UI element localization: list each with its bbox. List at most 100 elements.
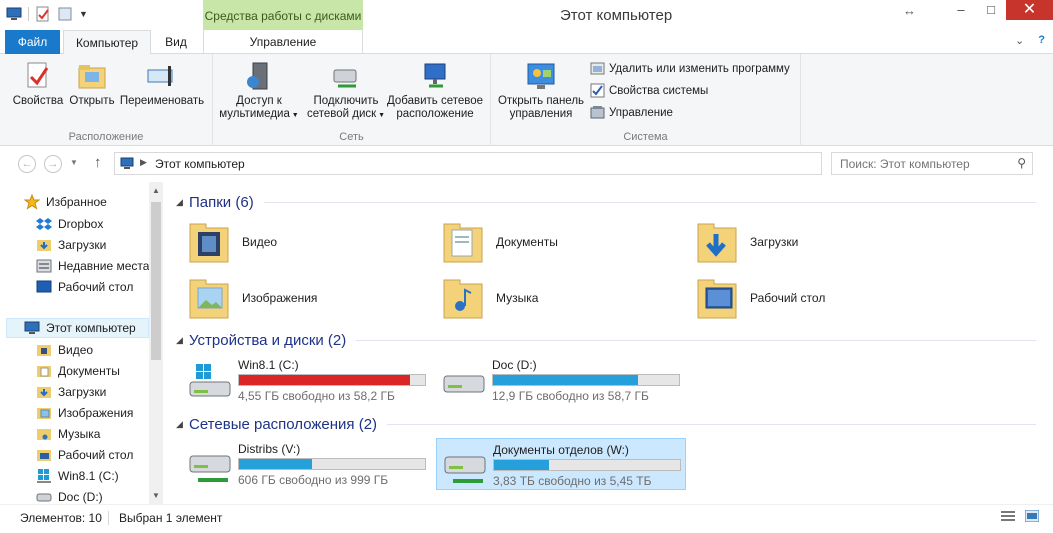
nav-item-desktop[interactable]: Рабочий стол: [36, 277, 133, 297]
nav-item-dropbox[interactable]: Dropbox: [36, 214, 103, 234]
scroll-thumb[interactable]: [151, 202, 161, 360]
recent-places-icon: [36, 258, 52, 274]
properties-button[interactable]: Свойства: [12, 60, 64, 108]
network-drive-v[interactable]: Distribs (V:) 606 ГБ свободно из 999 ГБ: [182, 438, 432, 490]
uninstall-program-button[interactable]: Удалить или изменить программу: [590, 61, 790, 76]
downloads-folder-icon: [694, 218, 740, 266]
address-bar[interactable]: ▶ Этот компьютер ▼ ↻: [114, 152, 930, 175]
folders-section-header[interactable]: ◢ Папки (6): [176, 194, 1036, 211]
details-view-icon[interactable]: [1001, 510, 1015, 522]
map-drive-button[interactable]: Подключить сетевой диск ▼: [303, 60, 389, 122]
resize-icon: ↔: [903, 3, 916, 18]
drive-free-space: 12,9 ГБ свободно из 58,7 ГБ: [492, 389, 649, 403]
dropdown-arrow-icon: ▼: [289, 112, 299, 119]
navigation-pane: Избранное Dropbox Загрузки Недавние мест…: [0, 182, 164, 504]
network-section-header[interactable]: ◢ Сетевые расположения (2): [176, 416, 1036, 433]
collapse-chevron-icon[interactable]: ◢: [176, 335, 189, 346]
back-button[interactable]: ←: [18, 155, 36, 173]
section-divider: [387, 424, 1036, 425]
properties-icon[interactable]: [35, 6, 51, 22]
window-controls: – □ ✕: [946, 0, 1053, 20]
folder-documents[interactable]: Документы: [440, 218, 558, 266]
recent-locations-icon[interactable]: ▼: [70, 158, 78, 167]
computer-icon[interactable]: [6, 6, 22, 22]
network-drive-w[interactable]: Документы отделов (W:) 3,83 ТБ свободно …: [436, 438, 686, 490]
control-panel-label-2: управления: [509, 108, 573, 120]
maximize-button[interactable]: □: [976, 0, 1006, 20]
nav-item-desktop-pc[interactable]: Рабочий стол: [36, 445, 133, 465]
windows-drive-icon: [188, 362, 234, 402]
collapse-ribbon-icon[interactable]: ⌄: [1015, 34, 1024, 47]
drive-usage-fill: [494, 460, 550, 470]
new-folder-icon[interactable]: [57, 6, 73, 22]
computer-icon: [24, 320, 40, 336]
nav-item-documents[interactable]: Документы: [36, 361, 120, 381]
pictures-folder-icon: [36, 405, 52, 421]
nav-this-pc-label: Этот компьютер: [46, 321, 136, 335]
devices-section-header[interactable]: ◢ Устройства и диски (2): [176, 332, 1036, 349]
nav-this-pc[interactable]: Этот компьютер: [6, 318, 149, 338]
folder-video[interactable]: Видео: [186, 218, 277, 266]
nav-item-label: Недавние места: [58, 259, 150, 273]
tab-computer[interactable]: Компьютер: [63, 30, 151, 55]
nav-item-downloads[interactable]: Загрузки: [36, 235, 106, 255]
nav-item-recent-places[interactable]: Недавние места: [36, 256, 149, 276]
selection-count: Выбран 1 элемент: [119, 511, 223, 525]
help-icon[interactable]: ?: [1038, 34, 1045, 47]
tiles-view-icon[interactable]: [1024, 509, 1040, 523]
search-icon[interactable]: ⚲: [1017, 156, 1026, 170]
nav-item-music[interactable]: Музыка: [36, 424, 100, 444]
nav-item-label: Загрузки: [58, 385, 107, 399]
nav-favorites[interactable]: Избранное: [23, 192, 107, 212]
forward-button[interactable]: →: [44, 155, 62, 173]
tab-manage[interactable]: Управление: [203, 30, 363, 54]
add-location-label-2: расположение: [396, 108, 474, 120]
drive-name: Distribs (V:): [238, 442, 301, 456]
network-drive-icon: [188, 446, 234, 486]
group-network-label: Сеть: [339, 131, 364, 143]
drive-usage-bar: [493, 459, 681, 471]
collapse-chevron-icon[interactable]: ◢: [176, 197, 189, 208]
up-button[interactable]: ↑: [94, 154, 102, 171]
drive-name: Doc (D:): [492, 358, 537, 372]
disk-tools-context-tab: Средства работы с дисками: [203, 0, 363, 30]
folder-downloads[interactable]: Загрузки: [694, 218, 798, 266]
drive-usage-fill: [493, 375, 639, 385]
media-access-button[interactable]: Доступ к мультимедиа ▼: [218, 60, 300, 122]
qat-dropdown-icon[interactable]: ▼: [79, 9, 88, 19]
control-panel-button[interactable]: Открыть панель управления: [495, 60, 587, 121]
collapse-chevron-icon[interactable]: ◢: [176, 419, 189, 430]
add-network-location-button[interactable]: Добавить сетевое расположение: [385, 60, 485, 121]
manage-icon: [590, 105, 605, 120]
address-row: ← → ▼ ↑ ▶ Этот компьютер ▼ ↻ ⚲: [0, 146, 1053, 182]
breadcrumb-arrow-icon[interactable]: ▶: [140, 157, 147, 168]
system-properties-button[interactable]: Свойства системы: [590, 83, 708, 98]
nav-item-downloads-pc[interactable]: Загрузки: [36, 382, 106, 402]
folder-label: Музыка: [496, 291, 539, 305]
rename-button[interactable]: Переименовать: [118, 60, 206, 108]
close-button[interactable]: ✕: [1006, 0, 1053, 20]
search-input[interactable]: [840, 154, 1010, 174]
scroll-down-icon[interactable]: ▼: [149, 491, 163, 500]
tab-view[interactable]: Вид: [153, 30, 199, 54]
tab-file[interactable]: Файл: [5, 30, 60, 54]
scroll-up-icon[interactable]: ▲: [149, 186, 163, 195]
nav-scrollbar[interactable]: ▲ ▼: [149, 182, 163, 504]
drive-usage-bar: [238, 458, 426, 470]
drive-d[interactable]: Doc (D:) 12,9 ГБ свободно из 58,7 ГБ: [436, 354, 686, 406]
nav-item-video[interactable]: Видео: [36, 340, 93, 360]
folder-pictures[interactable]: Изображения: [186, 274, 317, 322]
drive-free-space: 606 ГБ свободно из 999 ГБ: [238, 473, 389, 487]
manage-button[interactable]: Управление: [590, 105, 673, 120]
group-location-label: Расположение: [68, 131, 144, 143]
open-button[interactable]: Открыть: [66, 60, 118, 108]
nav-item-pictures[interactable]: Изображения: [36, 403, 133, 423]
group-system-label: Система: [623, 131, 668, 143]
folder-label: Изображения: [242, 291, 318, 305]
nav-item-label: Рабочий стол: [58, 448, 134, 462]
folder-desktop[interactable]: Рабочий стол: [694, 274, 825, 322]
minimize-button[interactable]: –: [946, 0, 976, 20]
nav-item-drive-c[interactable]: Win8.1 (C:): [36, 466, 119, 486]
folder-music[interactable]: Музыка: [440, 274, 538, 322]
drive-c[interactable]: Win8.1 (C:) 4,55 ГБ свободно из 58,2 ГБ: [182, 354, 432, 406]
